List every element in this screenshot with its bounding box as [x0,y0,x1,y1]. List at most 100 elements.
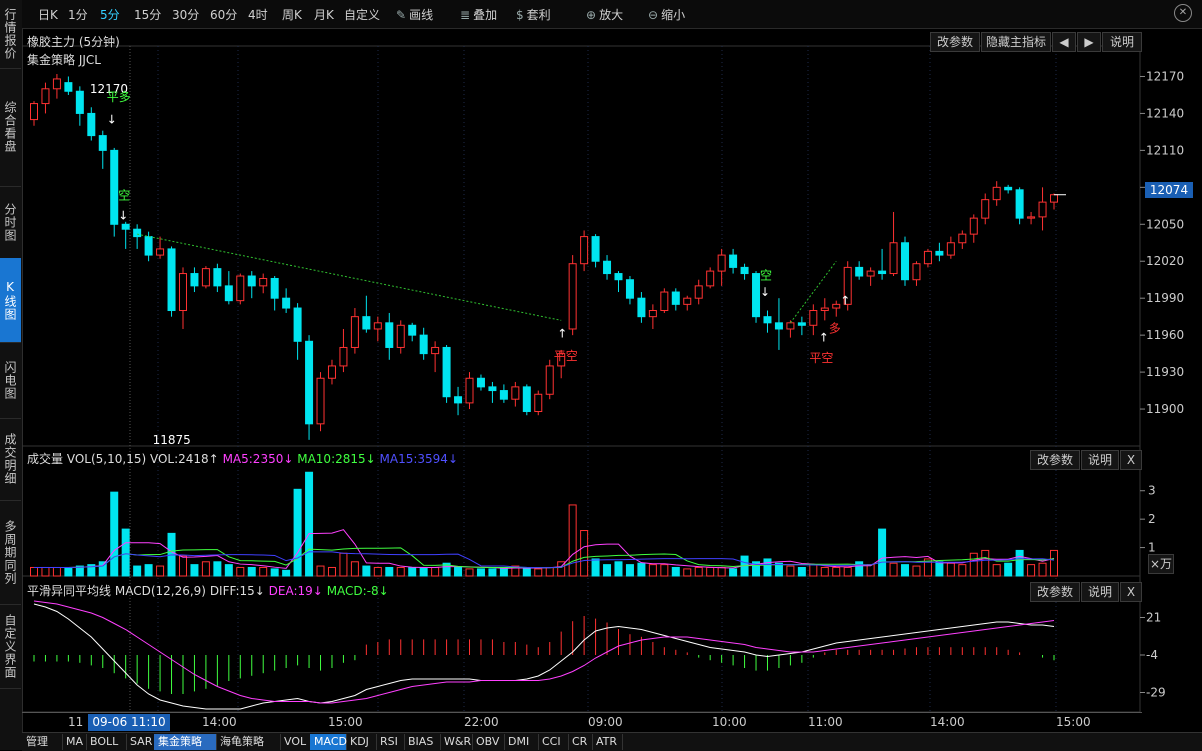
indicator-tab-13[interactable]: DMI [504,734,539,750]
toolbar-item-0[interactable]: 日K [38,6,58,23]
toolbar-item-10[interactable]: ✎ 画线 [396,6,433,23]
volume-bar [637,562,646,577]
candle-body [75,90,84,114]
indicator-tab-15[interactable]: CR [568,734,593,750]
volume-bar [52,566,61,577]
candle-body [259,277,268,287]
macd-help-button[interactable]: 说明 [1081,582,1119,602]
money-bag-icon: $ [516,8,524,22]
toolbar-item-6[interactable]: 4时 [248,6,268,23]
vol-help-button[interactable]: 说明 [1081,450,1119,470]
price-tick-label: 12110 [1146,143,1184,157]
prev-indicator-button[interactable]: ◀ [1052,32,1076,52]
toolbar-item-13[interactable]: ⊕ 放大 [586,6,623,23]
toolbar-item-2[interactable]: 5分 [100,6,120,23]
sidebar-item-2[interactable]: 分时图 [0,186,21,259]
close-icon[interactable]: ✕ [1174,4,1192,22]
sidebar-item-7[interactable]: 自定义界面 [0,604,21,689]
toolbar-item-5[interactable]: 60分 [210,6,237,23]
volume-bar [1038,562,1047,577]
candle-body [144,236,153,256]
toolbar-item-3[interactable]: 15分 [134,6,161,23]
candle-body [41,88,50,105]
vol-name: VOL(5,10,15) [66,452,147,466]
candle-body [465,377,474,404]
volume-bar [683,568,692,577]
candle-body [694,285,703,299]
indicator-tab-4[interactable]: 集金策略 [154,734,217,750]
volume-bar [408,566,417,577]
candle-body [603,260,612,275]
candle-body [476,377,485,388]
indicator-tab-11[interactable]: W&R [440,734,473,750]
main-help-button[interactable]: 说明 [1102,32,1142,52]
sidebar-item-6[interactable]: 多周期同列 [0,500,21,605]
volume-bar [30,566,38,577]
candle-body [855,266,864,277]
price-tick-label: 11960 [1146,328,1184,342]
candle-body [671,291,680,305]
sidebar-item-0[interactable]: 行情报价 [0,0,21,69]
macd-diff-line [33,603,1055,710]
candle-body [729,254,738,268]
macd-close-button[interactable]: X [1120,582,1142,602]
hide-main-indicator-button[interactable]: 隐藏主指标 [981,32,1051,52]
indicator-tab-1[interactable]: MA [62,734,87,750]
toolbar-item-7[interactable]: 周K [282,6,302,23]
indicator-tab-9[interactable]: RSI [376,734,405,750]
sidebar-item-3[interactable]: K线图 [0,258,21,343]
vol-header: 成交量 VOL(5,10,15) VOL:2418↑ MA5:2350↓ MA1… [27,450,458,467]
volume-bar [247,566,256,577]
indicator-tab-5[interactable]: 海龟策略 [216,734,281,750]
volume-bar [488,568,497,577]
volume-bar [110,491,119,577]
toolbar-item-1[interactable]: 1分 [68,6,88,23]
toolbar-item-12[interactable]: $ 套利 [516,6,551,23]
indicator-tab-6[interactable]: VOL [280,734,311,750]
toolbar-item-14[interactable]: ⊖ 缩小 [648,6,685,23]
volume-bar [476,568,485,577]
indicator-tab-2[interactable]: BOLL [86,734,127,750]
candle-body [316,377,325,425]
toolbar-item-11[interactable]: ≣ 叠加 [460,6,497,23]
indicator-tab-10[interactable]: BIAS [404,734,441,750]
main-params-button[interactable]: 改参数 [930,32,980,52]
indicator-tab-8[interactable]: KDJ [346,734,377,750]
volume-bar [316,565,325,577]
volume-bar [1027,564,1036,577]
indicator-tab-0[interactable]: 管理 [22,734,63,750]
indicator-tab-7[interactable]: MACD [310,734,347,750]
candle-body [1050,194,1058,203]
volume-bar [41,566,50,577]
macd-value: MACD:-8↓ [326,584,389,598]
vol-ma10: MA10:2815↓ [297,452,376,466]
toolbar-item-8[interactable]: 月K [314,6,334,23]
vol-close-button[interactable]: X [1120,450,1142,470]
indicator-tab-12[interactable]: OBV [472,734,505,750]
volume-bar [144,564,153,577]
candle-body [706,270,715,287]
indicator-tab-14[interactable]: CCI [538,734,569,750]
indicator-tab-16[interactable]: ATR [592,734,623,750]
price-tick-label: 12050 [1146,217,1184,231]
toolbar-item-9[interactable]: 自定义 [344,6,380,23]
sidebar-item-4[interactable]: 闪电图 [0,342,21,419]
sidebar-item-5[interactable]: 成交明细 [0,418,21,501]
toolbar-item-4[interactable]: 30分 [172,6,199,23]
next-indicator-button[interactable]: ▶ [1077,32,1101,52]
candle-body [648,310,657,318]
macd-params-button[interactable]: 改参数 [1030,582,1080,602]
volume-bar [614,561,623,577]
trade-annotation: 平空 [809,351,833,365]
stack-icon: ≣ [460,8,471,22]
vol-label: 成交量 [27,452,64,466]
kline-chart[interactable]: 1217012140121101208012050120201199011960… [22,28,1202,712]
sidebar-item-1[interactable]: 综合看盘 [0,68,21,187]
indicator-tab-3[interactable]: SAR [126,734,155,750]
candle-body [774,322,783,330]
macd-tick-label: -4 [1146,648,1158,662]
volume-bar [946,562,955,577]
macd-name: MACD(12,26,9) [114,584,206,598]
vol-params-button[interactable]: 改参数 [1030,450,1080,470]
volume-bar [591,558,600,577]
